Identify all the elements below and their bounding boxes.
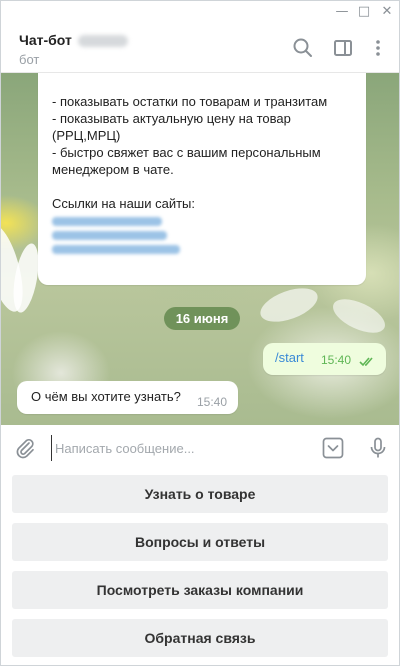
product-info-button[interactable]: Узнать о товаре (12, 475, 388, 513)
outgoing-message: /start 15:40 (263, 343, 386, 375)
chat-subtitle: бот (19, 52, 40, 67)
background-petal (328, 292, 390, 340)
microphone-icon[interactable] (366, 436, 390, 460)
background-petal (256, 281, 322, 329)
attach-icon[interactable] (13, 436, 37, 460)
more-vertical-icon[interactable] (367, 37, 389, 59)
message-line: - показывать остатки по товарам и транзи… (52, 94, 328, 109)
close-button[interactable]: ✕ (376, 1, 398, 21)
window-titlebar: — □ ✕ (1, 1, 399, 21)
chat-title-text: Чат-бот (19, 32, 72, 48)
bot-info-message: - показывать остатки по товарам и транзи… (38, 73, 366, 285)
chat-title-redacted (77, 35, 128, 48)
message-time: 15:40 (197, 395, 228, 409)
chat-area[interactable]: - показывать остатки по товарам и транзи… (1, 73, 399, 425)
message-line: (РРЦ,МРЦ) (52, 128, 121, 143)
telegram-window: — □ ✕ Чат-бот бот - показывать остатки п… (0, 0, 400, 666)
message-line: - показывать актуальную цену на товар (52, 111, 291, 126)
sidebar-toggle-icon[interactable] (332, 37, 354, 59)
redacted-link[interactable] (52, 245, 180, 254)
message-line (52, 178, 366, 195)
bot-keyboard-icon[interactable] (321, 436, 345, 460)
message-input-bar (1, 425, 399, 469)
search-icon[interactable] (292, 37, 314, 59)
message-text: О чём вы хотите узнать? (31, 389, 181, 404)
message-input[interactable] (51, 435, 307, 461)
redacted-link[interactable] (52, 217, 162, 226)
company-orders-button[interactable]: Посмотреть заказы компании (12, 571, 388, 609)
feedback-button[interactable]: Обратная связь (12, 619, 388, 657)
message-line: Ссылки на наши сайты: (52, 196, 196, 211)
message-time: 15:40 (321, 353, 352, 367)
chat-header: Чат-бот бот (1, 21, 399, 73)
message-line: - быстро свяжет вас с вашим персональным (52, 145, 321, 160)
chat-title[interactable]: Чат-бот (19, 32, 128, 48)
maximize-button[interactable]: □ (353, 1, 375, 21)
redacted-link[interactable] (52, 231, 167, 240)
date-separator: 16 июня (164, 307, 240, 330)
minimize-button[interactable]: — (331, 1, 353, 21)
bot-question-message: О чём вы хотите узнать? 15:40 (17, 381, 238, 414)
bot-reply-keyboard: Узнать о товаре Вопросы и ответы Посмотр… (1, 469, 399, 665)
double-check-icon (359, 354, 377, 372)
message-line: менеджером в чате. (52, 162, 174, 177)
faq-button[interactable]: Вопросы и ответы (12, 523, 388, 561)
start-command-link[interactable]: /start (275, 350, 304, 365)
